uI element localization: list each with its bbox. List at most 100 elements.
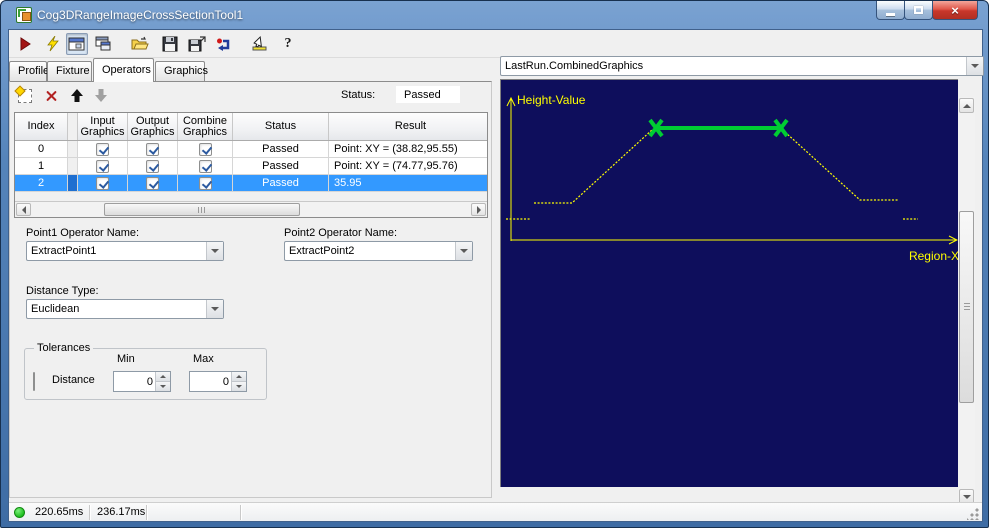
col-header-input-graphics[interactable]: Input Graphics	[78, 113, 128, 140]
reset-button[interactable]	[214, 33, 236, 55]
min-tolerance-input[interactable]	[114, 372, 155, 391]
chevron-down-icon[interactable]	[455, 242, 472, 260]
graphics-display[interactable]: Height-Value Region-X	[500, 79, 959, 487]
point2-operator-combo[interactable]: ExtractPoint2	[284, 241, 473, 261]
scroll-thumb[interactable]	[104, 203, 300, 216]
point1-operator-combo[interactable]: ExtractPoint1	[26, 241, 224, 261]
chevron-down-icon[interactable]	[966, 57, 983, 75]
help-button[interactable]: ?	[277, 33, 299, 55]
combine-graphics-checkbox[interactable]	[198, 159, 212, 173]
scroll-thumb[interactable]	[959, 211, 974, 403]
run-continuous-button[interactable]	[42, 33, 64, 55]
chevron-down-icon[interactable]	[206, 300, 223, 318]
tab-profile[interactable]: Profile	[9, 61, 50, 82]
status-value: Passed	[396, 86, 460, 103]
distance-tolerance-checkbox[interactable]	[33, 372, 35, 391]
row-indicator	[68, 158, 78, 174]
save-button[interactable]	[159, 33, 181, 55]
float-window-icon	[95, 36, 111, 51]
show-controls-button[interactable]	[66, 33, 88, 55]
title-bar[interactable]: Cog3DRangeImageCrossSectionTool1 ×	[1, 1, 988, 29]
row-indicator	[68, 141, 78, 157]
row-indicator	[68, 175, 78, 191]
open-file-button[interactable]	[129, 33, 151, 55]
close-icon: ×	[951, 2, 959, 18]
point2-operator-value: ExtractPoint2	[289, 245, 355, 257]
x-axis-label: Region-X	[909, 249, 958, 263]
graphics-vertical-scrollbar[interactable]	[958, 97, 975, 505]
point1-operator-label: Point1 Operator Name:	[26, 227, 140, 239]
col-header-output-graphics[interactable]: Output Graphics	[128, 113, 178, 140]
graphics-selector-combo[interactable]: LastRun.CombinedGraphics	[500, 56, 984, 76]
run-button[interactable]	[14, 33, 36, 55]
tab-fixture[interactable]: Fixture	[47, 61, 92, 82]
distance-checkbox-label: Distance	[52, 374, 95, 386]
output-graphics-checkbox[interactable]	[146, 176, 159, 190]
input-graphics-checkbox[interactable]	[96, 176, 109, 190]
add-operator-button[interactable]	[16, 87, 34, 105]
lightning-icon	[47, 36, 59, 52]
delete-operator-button[interactable]	[43, 87, 61, 105]
electrode-window-icon	[68, 37, 85, 51]
maximize-button[interactable]	[904, 1, 933, 20]
table-row[interactable]: 1 Passed Point: XY = (74.77,95.76)	[15, 158, 487, 175]
close-button[interactable]: ×	[932, 1, 978, 20]
save-icon	[162, 36, 178, 52]
chevron-down-icon[interactable]	[206, 242, 223, 260]
table-row[interactable]: 0 Passed Point: XY = (38.82,95.55)	[15, 141, 487, 158]
point1-operator-value: ExtractPoint1	[31, 245, 97, 257]
minimize-button[interactable]	[876, 1, 905, 20]
distance-type-label: Distance Type:	[26, 285, 99, 297]
move-down-button[interactable]	[92, 86, 110, 104]
tab-profile-label: Profile	[18, 65, 50, 77]
open-folder-icon	[131, 36, 149, 50]
output-graphics-checkbox[interactable]	[146, 159, 159, 173]
combine-graphics-checkbox[interactable]	[198, 142, 212, 156]
save-as-icon	[188, 36, 206, 52]
min-tolerance-stepper[interactable]	[113, 371, 171, 392]
tab-operators-label: Operators	[102, 64, 151, 76]
stepper-buttons[interactable]	[231, 372, 246, 391]
minimize-icon	[886, 12, 895, 16]
window-title: Cog3DRangeImageCrossSectionTool1	[37, 8, 244, 22]
delete-icon	[45, 89, 59, 103]
tab-fixture-label: Fixture	[56, 65, 90, 77]
cell-status: Passed	[233, 141, 329, 157]
table-row[interactable]: 2 Passed 35.95	[15, 175, 487, 192]
maximize-icon	[914, 6, 923, 14]
probe-button[interactable]	[249, 33, 271, 55]
run-status-icon	[14, 507, 25, 518]
max-tolerance-input[interactable]	[190, 372, 231, 391]
input-graphics-checkbox[interactable]	[96, 159, 109, 173]
operators-grid[interactable]: Index Input Graphics Output Graphics Com…	[14, 112, 488, 218]
scroll-left-button[interactable]	[16, 203, 31, 216]
grid-horizontal-scrollbar[interactable]	[15, 201, 487, 217]
float-window-button[interactable]	[92, 33, 114, 55]
scroll-up-button[interactable]	[959, 98, 974, 113]
col-header-result[interactable]: Result	[329, 113, 487, 140]
tool-window: Cog3DRangeImageCrossSectionTool1 × ? Pro…	[0, 0, 989, 528]
resize-grip[interactable]	[967, 508, 979, 520]
cell-result: Point: XY = (38.82,95.55)	[334, 143, 458, 155]
distance-type-combo[interactable]: Euclidean	[26, 299, 224, 319]
scroll-right-button[interactable]	[471, 203, 486, 216]
col-header-combine-graphics[interactable]: Combine Graphics	[178, 113, 233, 140]
tolerances-title: Tolerances	[34, 342, 94, 354]
grid-empty-area	[15, 192, 487, 201]
cell-result: 35.95	[334, 177, 362, 189]
stepper-buttons[interactable]	[155, 372, 170, 391]
tab-operators[interactable]: Operators	[93, 58, 154, 82]
tab-graphics[interactable]: Graphics	[155, 61, 208, 82]
move-up-button[interactable]	[68, 86, 86, 104]
combine-graphics-checkbox[interactable]	[198, 176, 212, 190]
max-label: Max	[193, 353, 214, 365]
max-tolerance-stepper[interactable]	[189, 371, 247, 392]
col-header-status[interactable]: Status	[233, 113, 329, 140]
cell-status: Passed	[233, 158, 329, 174]
input-graphics-checkbox[interactable]	[96, 142, 109, 156]
output-graphics-checkbox[interactable]	[146, 142, 159, 156]
col-header-index[interactable]: Index	[15, 113, 68, 140]
save-as-button[interactable]	[186, 33, 208, 55]
cell-status: Passed	[233, 175, 329, 191]
distance-type-value: Euclidean	[31, 303, 80, 315]
